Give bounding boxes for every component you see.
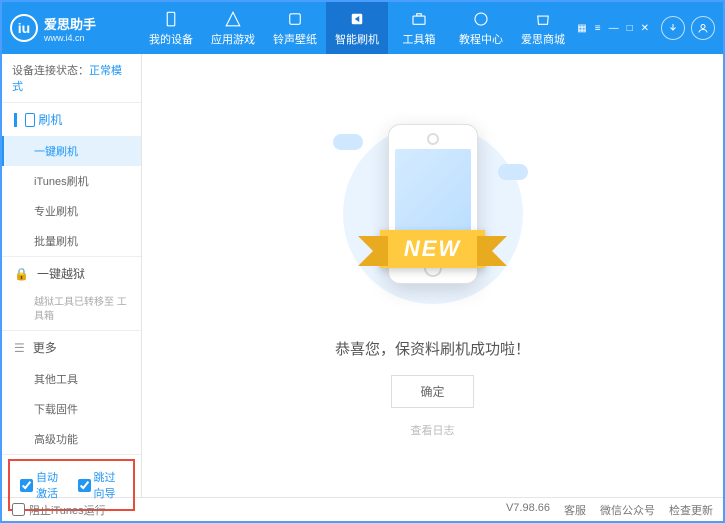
- app-window: iu 爱思助手 www.i4.cn 我的设备 应用游戏 铃声壁纸 智能刷机 工具…: [0, 0, 725, 523]
- logo-icon: iu: [10, 14, 38, 42]
- nav: 我的设备 应用游戏 铃声壁纸 智能刷机 工具箱 教程中心 爱思商城: [140, 2, 577, 54]
- sidebar: 设备连接状态：正常模式 刷机 一键刷机 iTunes刷机 专业刷机 批量刷机 🔒…: [2, 54, 142, 497]
- connection-status: 设备连接状态：正常模式: [2, 54, 141, 103]
- window-controls: ▦ ≡ ― □ ✕: [577, 23, 649, 34]
- update-link[interactable]: 检查更新: [669, 502, 713, 518]
- block-itunes-checkbox[interactable]: 阻止iTunes运行: [12, 502, 106, 518]
- skip-guide-checkbox[interactable]: 跳过向导: [78, 469, 124, 501]
- app-title: 爱思助手: [44, 14, 96, 33]
- sidebar-item-pro[interactable]: 专业刷机: [2, 196, 141, 226]
- wechat-link[interactable]: 微信公众号: [600, 502, 655, 518]
- view-log-link[interactable]: 查看日志: [411, 422, 455, 438]
- settings-icon[interactable]: ≡: [595, 23, 601, 34]
- minimize-icon[interactable]: ―: [609, 23, 619, 34]
- sidebar-more-head[interactable]: ☰更多: [2, 331, 141, 364]
- header: iu 爱思助手 www.i4.cn 我的设备 应用游戏 铃声壁纸 智能刷机 工具…: [2, 2, 723, 54]
- sidebar-item-batch[interactable]: 批量刷机: [2, 226, 141, 256]
- sidebar-item-oneclick[interactable]: 一键刷机: [2, 136, 141, 166]
- nav-my-device[interactable]: 我的设备: [140, 2, 202, 54]
- menu-icon: ☰: [14, 341, 25, 355]
- phone-icon: [25, 113, 35, 127]
- logo-area: iu 爱思助手 www.i4.cn: [10, 14, 140, 43]
- nav-tutorials[interactable]: 教程中心: [450, 2, 512, 54]
- lock-icon: 🔒: [14, 267, 29, 281]
- sidebar-item-itunes[interactable]: iTunes刷机: [2, 166, 141, 196]
- new-ribbon: NEW: [380, 230, 485, 268]
- nav-smart-flash[interactable]: 智能刷机: [326, 2, 388, 54]
- app-url: www.i4.cn: [44, 33, 96, 43]
- sidebar-jailbreak-head[interactable]: 🔒一键越狱: [2, 257, 141, 290]
- menu-icon[interactable]: ▦: [577, 23, 586, 34]
- nav-apps[interactable]: 应用游戏: [202, 2, 264, 54]
- illustration: NEW: [333, 114, 533, 314]
- maximize-icon[interactable]: □: [627, 23, 633, 34]
- sidebar-flash-head[interactable]: 刷机: [2, 103, 141, 136]
- success-message: 恭喜您，保资料刷机成功啦！: [335, 338, 530, 359]
- version-label: V7.98.66: [506, 502, 550, 518]
- sidebar-item-other[interactable]: 其他工具: [2, 364, 141, 394]
- sidebar-item-download[interactable]: 下载固件: [2, 394, 141, 424]
- nav-toolbox[interactable]: 工具箱: [388, 2, 450, 54]
- sidebar-item-advanced[interactable]: 高级功能: [2, 424, 141, 454]
- user-icon[interactable]: [691, 16, 715, 40]
- main-content: NEW 恭喜您，保资料刷机成功啦！ 确定 查看日志: [142, 54, 723, 497]
- auto-activate-checkbox[interactable]: 自动激活: [20, 469, 66, 501]
- close-icon[interactable]: ✕: [641, 23, 649, 34]
- service-link[interactable]: 客服: [564, 502, 586, 518]
- download-icon[interactable]: [661, 16, 685, 40]
- header-right: ▦ ≡ ― □ ✕: [577, 16, 715, 40]
- nav-store[interactable]: 爱思商城: [512, 2, 574, 54]
- ok-button[interactable]: 确定: [391, 375, 473, 408]
- jailbreak-note: 越狱工具已转移至 工具箱: [2, 290, 141, 330]
- nav-ringtones[interactable]: 铃声壁纸: [264, 2, 326, 54]
